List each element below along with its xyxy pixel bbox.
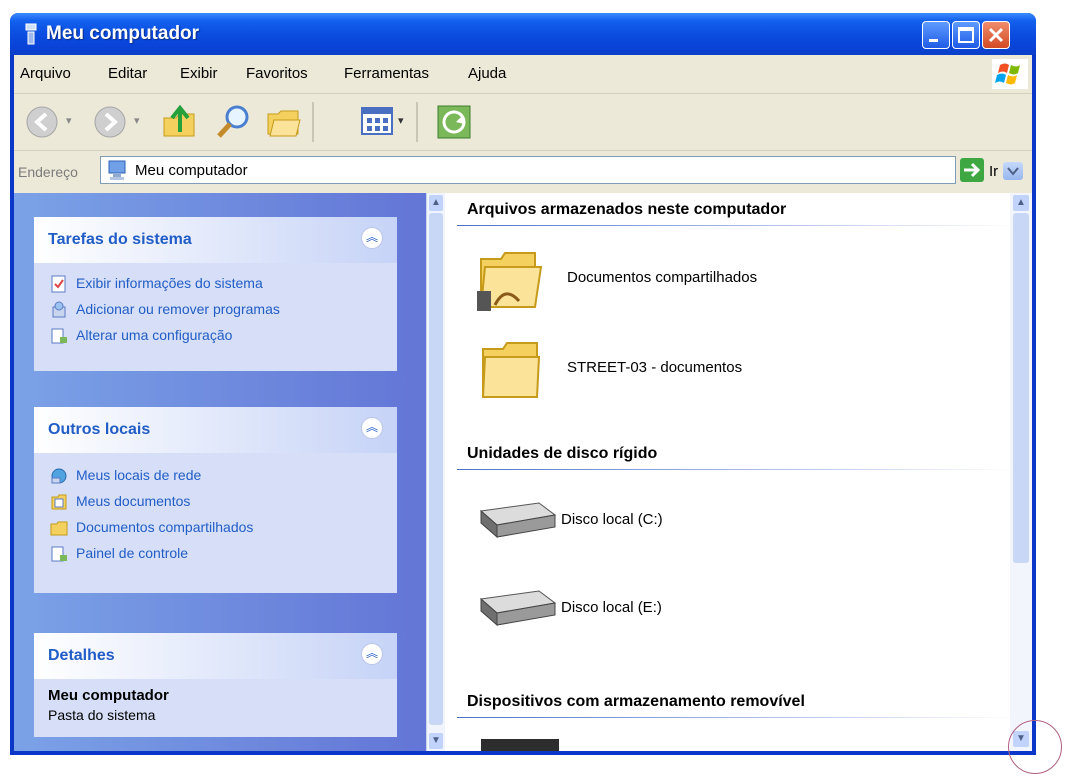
maximize-button[interactable] — [952, 21, 980, 49]
menu-editar[interactable]: Editar — [108, 65, 147, 82]
maximize-icon — [958, 27, 974, 43]
network-places-icon — [51, 468, 67, 484]
collapse-icon[interactable]: ︽ — [361, 643, 383, 665]
windows-logo-icon — [992, 59, 1028, 89]
close-button[interactable] — [982, 21, 1010, 49]
system-tasks-panel: Tarefas do sistema ︽ Exibir informações … — [34, 217, 397, 371]
sync-icon[interactable] — [434, 102, 474, 142]
task-pane: Tarefas do sistema ︽ Exibir informações … — [14, 193, 426, 751]
minimize-button[interactable] — [922, 21, 950, 49]
details-item-type: Pasta do sistema — [48, 707, 156, 723]
forward-icon[interactable] — [92, 104, 128, 140]
other-places-title: Outros locais — [48, 421, 151, 438]
window-client-area: Arquivo Editar Exibir Favoritos Ferramen… — [14, 55, 1032, 751]
toolbar: ▾ ▾ ▾ — [14, 94, 1032, 151]
go-button[interactable] — [960, 158, 984, 182]
folders-icon[interactable] — [264, 102, 304, 142]
scrollbar-thumb[interactable] — [1013, 213, 1029, 563]
menu-ferramentas[interactable]: Ferramentas — [344, 65, 429, 82]
other-places-header[interactable]: Outros locais ︽ — [34, 407, 397, 453]
folder-icon — [481, 342, 541, 398]
item-street-documents[interactable]: STREET-03 - documentos — [475, 335, 815, 405]
details-title: Detalhes — [48, 647, 115, 664]
menu-bar: Arquivo Editar Exibir Favoritos Ferramen… — [14, 55, 1032, 94]
my-documents-icon — [51, 494, 67, 510]
menu-ajuda[interactable]: Ajuda — [468, 65, 506, 82]
details-panel: Detalhes ︽ Meu computador Pasta do siste… — [34, 633, 397, 737]
hard-disk-icon — [479, 590, 557, 627]
item-local-disk-c[interactable]: Disco local (C:) — [475, 493, 815, 553]
group-divider — [457, 717, 1017, 718]
chevron-down-icon — [1007, 167, 1019, 176]
address-bar: Endereço Meu computador Ir — [14, 151, 1032, 191]
group-divider — [457, 469, 1017, 470]
title-bar[interactable]: Meu computador — [10, 13, 1036, 55]
highlight-circle — [1008, 720, 1062, 774]
scroll-up-icon[interactable]: ▲ — [1013, 195, 1029, 211]
up-folder-icon[interactable] — [160, 102, 200, 142]
window-title: Meu computador — [46, 23, 200, 44]
shared-folder-icon — [477, 252, 543, 311]
content-scrollbar[interactable]: ▲ ▼ — [1010, 193, 1032, 751]
other-places-panel: Outros locais ︽ Meus locais de rede Meus… — [34, 407, 397, 593]
control-panel-icon — [51, 546, 67, 562]
explorer-window: Meu computador Arquivo Editar Exibir Fav… — [10, 13, 1036, 755]
collapse-icon[interactable]: ︽ — [361, 417, 383, 439]
menu-arquivo[interactable]: Arquivo — [20, 65, 71, 82]
minimize-icon — [929, 39, 938, 42]
scroll-down-icon[interactable]: ▼ — [429, 733, 443, 749]
group-header-removable-storage: Dispositivos com armazenamento removível — [467, 693, 805, 710]
details-header[interactable]: Detalhes ︽ — [34, 633, 397, 679]
computer-icon — [25, 23, 37, 45]
group-divider — [457, 225, 1017, 226]
go-label[interactable]: Ir — [989, 163, 998, 180]
collapse-icon[interactable]: ︽ — [361, 227, 383, 249]
address-dropdown-button[interactable] — [1003, 162, 1023, 180]
folder-icon — [50, 521, 68, 536]
toolbar-separator — [416, 102, 418, 142]
views-icon[interactable] — [360, 106, 394, 136]
system-tasks-header[interactable]: Tarefas do sistema ︽ — [34, 217, 397, 263]
details-item-name: Meu computador — [48, 687, 169, 704]
item-local-disk-e[interactable]: Disco local (E:) — [475, 581, 815, 641]
search-icon[interactable] — [214, 102, 254, 142]
control-panel-icon — [51, 328, 67, 344]
hard-disk-icon — [479, 502, 557, 539]
computer-icon — [108, 160, 126, 180]
address-label: Endereço — [18, 164, 78, 180]
go-arrow-icon — [964, 162, 981, 178]
add-remove-programs-icon — [52, 301, 66, 318]
back-dropdown-icon[interactable]: ▾ — [66, 114, 72, 127]
menu-favoritos[interactable]: Favoritos — [246, 65, 308, 82]
group-header-hard-drives: Unidades de disco rígido — [467, 445, 658, 462]
close-icon — [988, 27, 1004, 43]
back-icon[interactable] — [24, 104, 60, 140]
address-value: Meu computador — [135, 162, 248, 179]
system-info-icon — [51, 275, 66, 293]
toolbar-separator — [312, 102, 314, 142]
menu-exibir[interactable]: Exibir — [180, 65, 218, 82]
group-header-stored-files: Arquivos armazenados neste computador — [467, 201, 787, 218]
system-tasks-title: Tarefas do sistema — [48, 231, 192, 248]
address-field[interactable]: Meu computador — [100, 156, 1023, 184]
task-pane-scrollbar[interactable]: ▲ ▼ — [426, 193, 445, 751]
scroll-up-icon[interactable]: ▲ — [429, 195, 443, 211]
removable-device-icon[interactable] — [481, 739, 559, 751]
content-pane: Arquivos armazenados neste computador Do… — [445, 193, 1032, 751]
views-dropdown-icon[interactable]: ▾ — [398, 114, 404, 127]
forward-dropdown-icon[interactable]: ▾ — [134, 114, 140, 127]
item-shared-documents[interactable]: Documentos compartilhados — [475, 245, 815, 315]
scrollbar-thumb[interactable] — [429, 213, 443, 725]
